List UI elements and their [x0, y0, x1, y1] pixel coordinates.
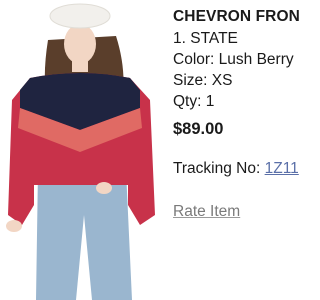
color-line: Color: Lush Berry: [173, 51, 294, 68]
beret-shape: [49, 3, 111, 29]
rate-item-link[interactable]: Rate Item: [173, 203, 240, 221]
price: $89.00: [173, 120, 224, 138]
tracking-number-link[interactable]: 1Z11: [265, 160, 299, 177]
neck-shape: [72, 60, 88, 72]
model-photo: [6, 3, 155, 300]
size-line: Size: XS: [173, 72, 233, 89]
variant-line: 1. STATE: [173, 30, 238, 47]
face-shape: [64, 24, 96, 64]
product-image[interactable]: [0, 0, 165, 300]
tracking-label: Tracking No:: [173, 160, 261, 177]
product-title[interactable]: CHEVRON FRON: [173, 8, 300, 26]
order-item-details: CHEVRON FRON 1. STATE Color: Lush Berry …: [173, 0, 300, 300]
right-hand: [96, 182, 112, 194]
quantity-line: Qty: 1: [173, 93, 215, 110]
jeans-shape: [36, 170, 132, 300]
tracking-row: Tracking No: 1Z11: [173, 160, 299, 178]
left-hand: [6, 220, 22, 232]
